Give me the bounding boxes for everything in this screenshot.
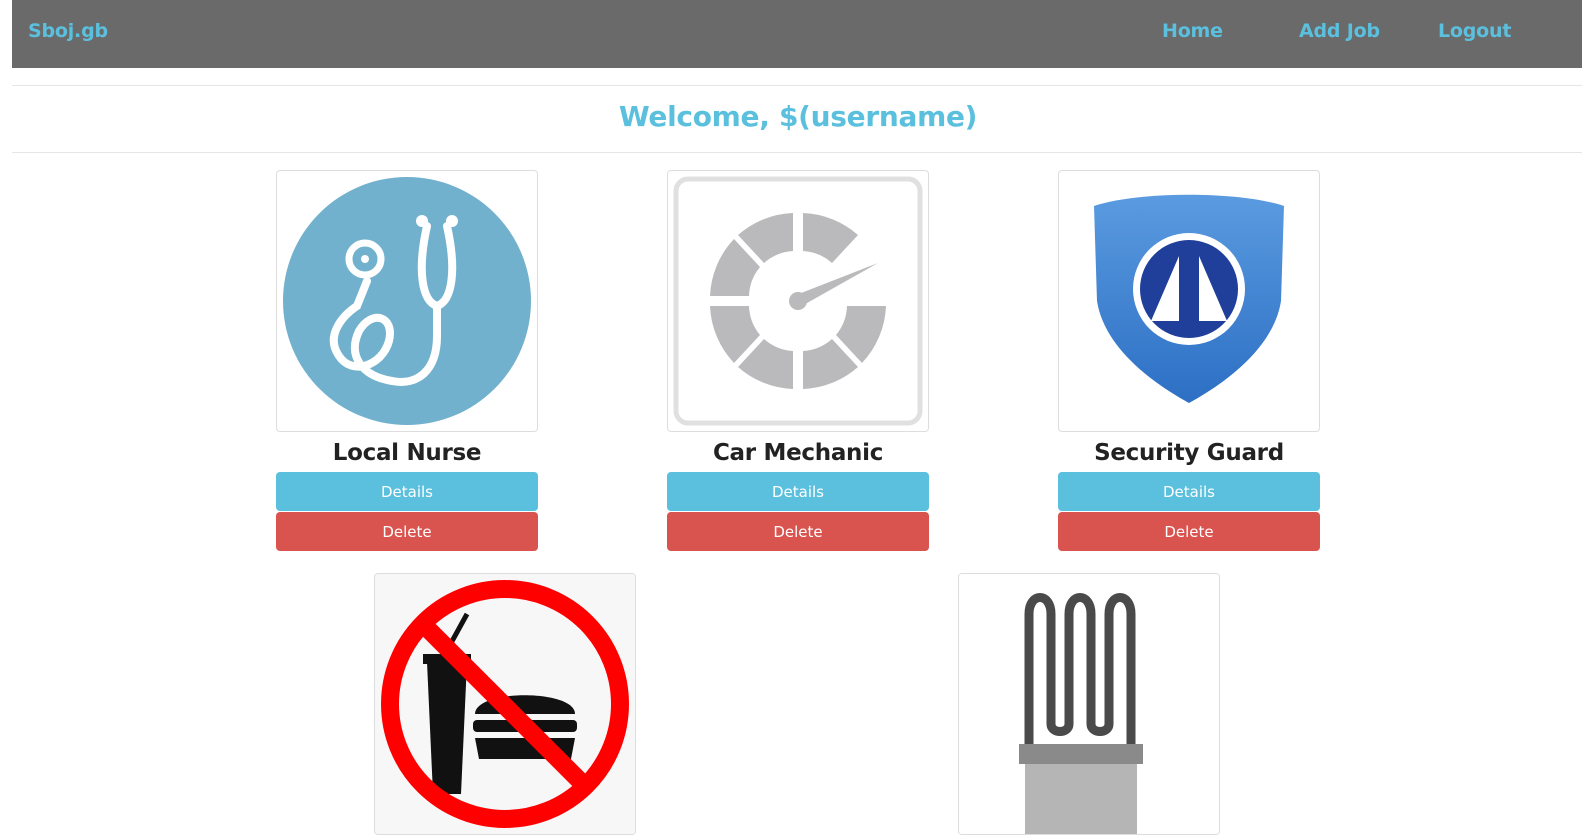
job-image[interactable] xyxy=(374,573,636,835)
welcome-heading: Welcome, $(username) xyxy=(618,100,978,133)
job-image[interactable] xyxy=(276,170,538,432)
job-image[interactable] xyxy=(958,573,1220,835)
no-food-sign-icon xyxy=(375,574,635,834)
details-button[interactable]: Details xyxy=(1058,472,1320,511)
job-image[interactable] xyxy=(1058,170,1320,432)
divider-top xyxy=(12,85,1582,86)
heating-element-icon xyxy=(959,574,1219,834)
nav-home-link[interactable]: Home xyxy=(1162,20,1223,42)
job-card xyxy=(374,573,636,835)
brand-link[interactable]: Sboj.gb xyxy=(28,20,108,42)
navbar: Sboj.gb Home Add Job Logout xyxy=(12,0,1582,68)
job-title: Security Guard xyxy=(1094,440,1284,466)
shield-icon xyxy=(1094,194,1284,403)
job-card xyxy=(958,573,1220,835)
nav-logout-link[interactable]: Logout xyxy=(1438,20,1511,42)
nav-add-job-link[interactable]: Add Job xyxy=(1299,20,1380,42)
job-title: Car Mechanic xyxy=(712,440,884,466)
job-image[interactable] xyxy=(667,170,929,432)
delete-button[interactable]: Delete xyxy=(276,512,538,551)
details-button[interactable]: Details xyxy=(276,472,538,511)
job-card: Security Guard Details Delete xyxy=(1058,170,1320,551)
delete-button[interactable]: Delete xyxy=(667,512,929,551)
speedometer-icon xyxy=(673,176,923,426)
details-button[interactable]: Details xyxy=(667,472,929,511)
divider-bottom xyxy=(12,152,1582,153)
delete-button[interactable]: Delete xyxy=(1058,512,1320,551)
job-card: Car Mechanic Details Delete xyxy=(667,170,929,551)
job-title: Local Nurse xyxy=(332,440,482,466)
stethoscope-icon xyxy=(283,177,531,425)
job-card: Local Nurse Details Delete xyxy=(276,170,538,551)
